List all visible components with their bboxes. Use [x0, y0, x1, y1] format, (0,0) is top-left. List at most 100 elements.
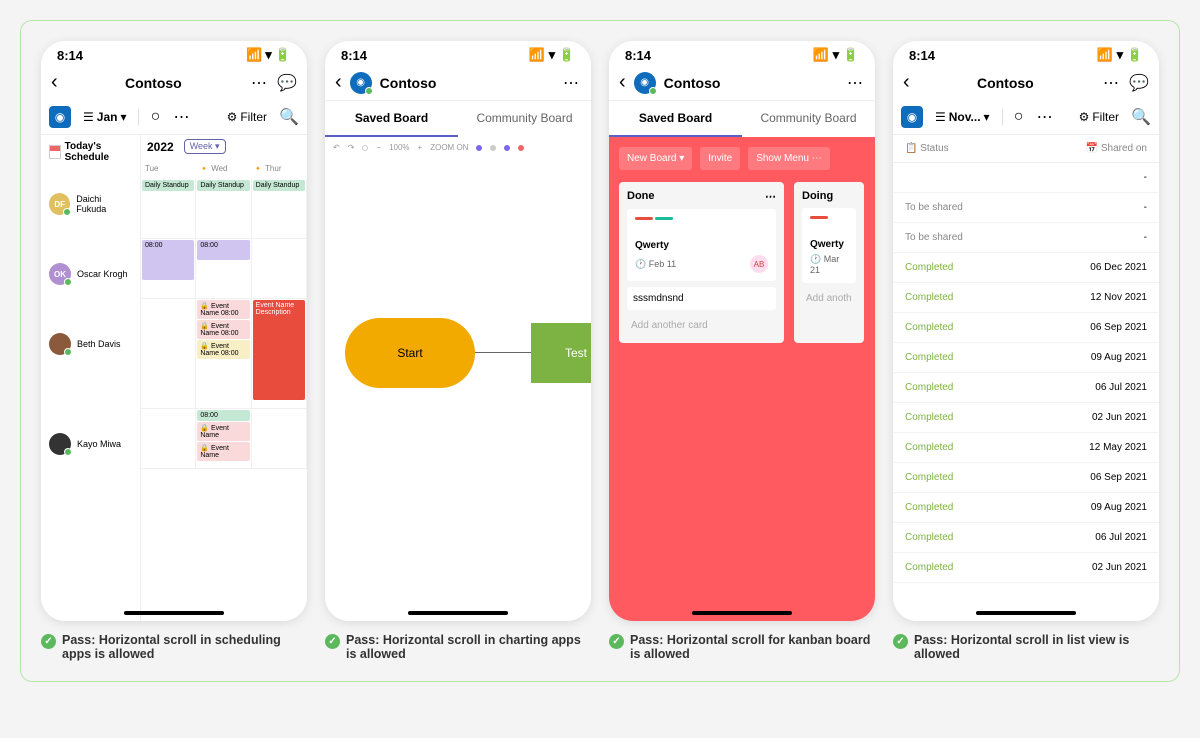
- event[interactable]: 08:00: [142, 240, 194, 280]
- event[interactable]: 🔒 Event Name 08:00: [197, 340, 249, 359]
- list-row[interactable]: Completed06 Dec 2021: [893, 253, 1159, 283]
- event[interactable]: 🔒 Event Name 08:00: [197, 320, 249, 339]
- status-cell: To be shared: [905, 202, 963, 213]
- app-icon[interactable]: ◉: [49, 106, 71, 128]
- list-row[interactable]: Completed02 Jun 2021: [893, 403, 1159, 433]
- tab-saved[interactable]: Saved Board: [609, 101, 742, 137]
- zoom-in-icon[interactable]: +: [418, 143, 423, 152]
- color-dot[interactable]: [476, 145, 482, 151]
- list-row[interactable]: Completed12 Nov 2021: [893, 283, 1159, 313]
- list-row[interactable]: Completed09 Aug 2021: [893, 493, 1159, 523]
- tab-community[interactable]: Community Board: [458, 101, 591, 137]
- tab-saved[interactable]: Saved Board: [325, 101, 458, 137]
- chart-toolbar: ↶ ↷ − 100% + ZOOM ON: [325, 137, 591, 158]
- month-picker[interactable]: ☰ Nov... ▾: [929, 107, 996, 127]
- search-icon[interactable]: 🔍: [279, 107, 299, 127]
- event[interactable]: Daily Standup: [253, 180, 305, 191]
- zoom-out-icon[interactable]: −: [376, 143, 381, 152]
- tool-icon[interactable]: [362, 145, 368, 151]
- list-row[interactable]: Completed06 Sep 2021: [893, 313, 1159, 343]
- event[interactable]: 🔒 Event Name: [197, 422, 249, 441]
- event[interactable]: 08:00: [197, 410, 249, 421]
- chat-icon[interactable]: 💬: [1129, 73, 1149, 93]
- list-row[interactable]: To be shared-: [893, 223, 1159, 253]
- person-row[interactable]: Beth Davis: [41, 309, 140, 379]
- add-card-button[interactable]: Add another card: [627, 316, 776, 335]
- week-button[interactable]: Week ▾: [184, 139, 226, 154]
- event[interactable]: Event NameDescription: [253, 300, 305, 400]
- more-icon[interactable]: ⋯: [845, 73, 865, 93]
- tab-community[interactable]: Community Board: [742, 101, 875, 137]
- day-headers: Tue🔸 Wed🔸 Thur: [141, 158, 307, 179]
- app-title: Contoso: [918, 75, 1093, 91]
- status-cell: To be shared: [905, 232, 963, 243]
- more-icon-2[interactable]: ⋯: [171, 107, 191, 127]
- kanban-card[interactable]: sssmdnsnd: [627, 287, 776, 310]
- date-cell: 12 Nov 2021: [1090, 292, 1147, 303]
- status-cell: Completed: [905, 262, 953, 273]
- date-cell: 09 Aug 2021: [1091, 502, 1147, 513]
- event[interactable]: Daily Standup: [142, 180, 194, 191]
- color-dot[interactable]: [518, 145, 524, 151]
- date-cell: -: [1144, 202, 1147, 213]
- list-row[interactable]: Completed 06 Jul 2021: [893, 523, 1159, 553]
- event[interactable]: 🔒 Event Name: [197, 442, 249, 461]
- back-icon[interactable]: ‹: [51, 71, 58, 94]
- person-row[interactable]: DFDaichi Fukuda: [41, 169, 140, 239]
- more-icon-2[interactable]: ⋯: [1035, 107, 1055, 127]
- list-row[interactable]: Completed09 Aug 2021: [893, 343, 1159, 373]
- column-title: Done: [627, 190, 655, 203]
- examples-frame: 8:14 📶 ▾ 🔋 ‹ Contoso ⋯ 💬 ◉ ☰ Jan ▾ ○ ⋯ ⚙…: [20, 20, 1180, 682]
- kanban-card[interactable]: Qwerty 🕐 Mar 21: [802, 208, 856, 283]
- chart-canvas[interactable]: Start Test: [325, 198, 591, 498]
- invite-button[interactable]: Invite: [700, 147, 740, 170]
- status-icons: 📶 ▾ 🔋: [246, 47, 291, 63]
- person-row[interactable]: Kayo Miwa: [41, 409, 140, 479]
- node-start[interactable]: Start: [345, 318, 475, 388]
- color-dot[interactable]: [490, 145, 496, 151]
- status-cell: Completed: [905, 562, 953, 573]
- home-indicator[interactable]: [124, 611, 224, 615]
- phone-charting: 8:14📶 ▾ 🔋 ‹ ◉ Contoso ⋯ Saved Board Comm…: [325, 41, 591, 621]
- status-cell: Completed: [905, 322, 953, 333]
- redo-icon[interactable]: ↷: [348, 143, 355, 152]
- more-icon[interactable]: ⋯: [561, 73, 581, 93]
- date-cell: 06 Jul 2021: [1095, 532, 1147, 543]
- person-row[interactable]: OKOscar Krogh: [41, 239, 140, 309]
- event[interactable]: 🔒 Event Name 08:00: [197, 300, 249, 319]
- status-cell: Completed: [905, 532, 953, 543]
- filter-button[interactable]: ⚙ Filter: [221, 107, 273, 127]
- back-icon[interactable]: ‹: [335, 71, 342, 94]
- app-logo: ◉: [634, 72, 656, 94]
- list-row[interactable]: To be shared -: [893, 193, 1159, 223]
- circle-icon[interactable]: ○: [145, 107, 165, 127]
- undo-icon[interactable]: ↶: [333, 143, 340, 152]
- new-board-button[interactable]: New Board ▾: [619, 147, 692, 170]
- node-test[interactable]: Test: [531, 323, 591, 383]
- month-picker[interactable]: ☰ Jan ▾: [77, 107, 132, 127]
- chat-icon[interactable]: 💬: [277, 73, 297, 93]
- column-menu-icon[interactable]: ⋯: [765, 190, 776, 203]
- phone-list: 8:14📶 ▾ 🔋 ‹ Contoso ⋯ 💬 ◉ ☰ Nov... ▾ ○ ⋯…: [893, 41, 1159, 621]
- back-icon[interactable]: ‹: [619, 71, 626, 94]
- status-cell: Completed: [905, 442, 953, 453]
- list-row[interactable]: Completed02 Jun 2021: [893, 553, 1159, 583]
- list-row[interactable]: Completed06 Sep 2021: [893, 463, 1159, 493]
- search-icon[interactable]: 🔍: [1131, 107, 1151, 127]
- add-card-button[interactable]: Add anoth: [802, 289, 856, 308]
- back-icon[interactable]: ‹: [903, 71, 910, 94]
- circle-icon[interactable]: ○: [1009, 107, 1029, 127]
- kanban-card[interactable]: Qwerty 🕐 Feb 11AB: [627, 209, 776, 281]
- more-icon[interactable]: ⋯: [1101, 73, 1121, 93]
- more-icon[interactable]: ⋯: [249, 73, 269, 93]
- list-row[interactable]: -: [893, 163, 1159, 193]
- filter-button[interactable]: ⚙ Filter: [1073, 107, 1125, 127]
- event[interactable]: Daily Standup: [197, 180, 249, 191]
- color-dot[interactable]: [504, 145, 510, 151]
- list-row[interactable]: Completed12 May 2021: [893, 433, 1159, 463]
- event[interactable]: 08:00: [197, 240, 249, 260]
- app-icon[interactable]: ◉: [901, 106, 923, 128]
- show-menu-button[interactable]: Show Menu ⋯: [748, 147, 830, 170]
- list-body[interactable]: 📋 Status 📅 Shared on -To be shared-To be…: [893, 135, 1159, 621]
- list-row[interactable]: Completed06 Jul 2021: [893, 373, 1159, 403]
